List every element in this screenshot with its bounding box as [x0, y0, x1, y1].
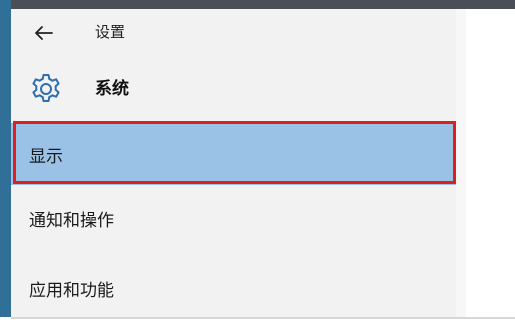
nav-item-label: 应用和功能 — [29, 280, 114, 301]
window-top-border — [0, 0, 515, 9]
nav-item-label: 通知和操作 — [29, 210, 114, 231]
back-arrow-icon — [35, 26, 53, 40]
gear-icon — [28, 71, 64, 107]
nav-item-notifications[interactable]: 通知和操作 — [11, 187, 456, 249]
window-left-border — [0, 0, 11, 325]
back-button[interactable] — [26, 18, 62, 48]
section-title: 系统 — [95, 79, 129, 99]
content-pane — [456, 9, 515, 317]
nav-item-display[interactable]: 显示 — [11, 123, 456, 185]
nav-item-apps-features[interactable]: 应用和功能 — [11, 257, 456, 319]
settings-window: 设置 系统 显示 通知和操作 应用和功能 — [0, 0, 515, 325]
nav-item-label: 显示 — [29, 146, 63, 167]
page-title: 设置 — [95, 23, 126, 41]
content-pane-edge — [456, 9, 466, 317]
